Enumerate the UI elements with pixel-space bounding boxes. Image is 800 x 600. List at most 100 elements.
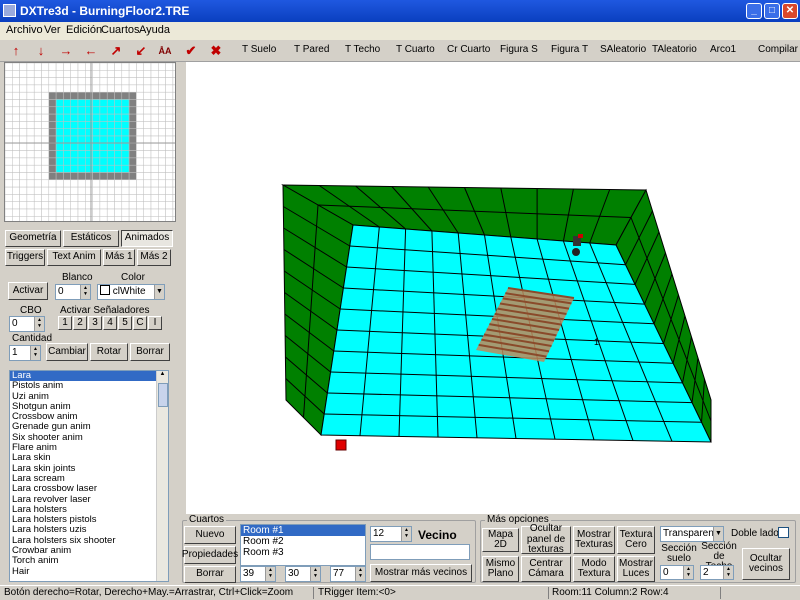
arrow-up-icon[interactable]: ↑ <box>8 43 24 59</box>
tool-arco1[interactable]: Arco1 <box>710 44 736 55</box>
room-grid-map[interactable] <box>4 62 176 222</box>
tool-t-pared[interactable]: T Pared <box>294 44 329 55</box>
tab-animados[interactable]: Animados <box>121 230 173 247</box>
tab-geometria[interactable]: Geometría <box>5 230 61 247</box>
modo-textura-button[interactable]: Modo Textura <box>573 556 615 582</box>
mostrar-luces-button[interactable]: Mostrar Luces <box>617 556 655 582</box>
tab-estaticos[interactable]: Estáticos <box>63 230 119 247</box>
senalador-c[interactable]: C <box>133 316 147 330</box>
spin-arrows-icon[interactable]: ▲ ▼ <box>723 566 733 579</box>
spin-arrows-icon[interactable]: ▲ ▼ <box>355 567 365 581</box>
tool-figura-s[interactable]: Figura S <box>500 44 538 55</box>
arrow-diag-up-right-icon[interactable]: ↗ <box>108 43 124 59</box>
subtab-triggers[interactable]: Triggers <box>5 249 45 266</box>
senalador-3[interactable]: 3 <box>88 316 102 330</box>
seccion-suelo-spinner[interactable]: 0 ▲ ▼ <box>660 565 694 580</box>
arrow-left-icon[interactable]: ← <box>83 43 99 59</box>
cbo-spinner[interactable]: 0 ▲ ▼ <box>9 316 45 332</box>
rotar-button[interactable]: Rotar <box>90 343 128 361</box>
list-item[interactable]: Torch anim <box>10 556 157 567</box>
menu-cuartos[interactable]: Cuartos <box>101 24 140 36</box>
list-item[interactable]: Hair <box>10 566 157 577</box>
centrar-camara-button[interactable]: Centrar Cámara <box>521 556 571 582</box>
senalador-5[interactable]: 5 <box>118 316 132 330</box>
spin-arrows-icon[interactable]: ▲ ▼ <box>265 567 275 581</box>
room-3d-scene[interactable]: 1 <box>186 62 800 514</box>
scroll-up-icon[interactable]: ▲ <box>157 371 168 377</box>
spin-arrows-icon[interactable]: ▲ ▼ <box>401 527 411 541</box>
arrow-diag-down-left-icon[interactable]: ↙ <box>133 43 149 59</box>
senalador-1[interactable]: 1 <box>58 316 72 330</box>
chevron-down-icon[interactable]: ▼ <box>154 285 164 299</box>
check-icon[interactable]: ✔ <box>183 43 199 59</box>
spin-arrows-icon[interactable]: ▲ ▼ <box>310 567 320 581</box>
close-button[interactable]: ✕ <box>782 3 798 19</box>
spin-arrows-icon[interactable]: ▲ ▼ <box>34 317 44 331</box>
viewport-3d[interactable]: 1 <box>186 62 800 514</box>
grid-cell <box>12 143 20 151</box>
tool-compilar[interactable]: Compilar <box>758 44 798 55</box>
menu-ver[interactable]: Ver <box>44 24 61 36</box>
y-spinner[interactable]: 30 ▲ ▼ <box>285 566 321 582</box>
ocultar-panel-button[interactable]: Ocultar panel de texturas <box>521 524 571 555</box>
spin-arrows-icon[interactable]: ▲ ▼ <box>80 285 90 299</box>
transparency-select[interactable]: Transparent ▼ <box>660 526 724 542</box>
tool-t-techo[interactable]: T Techo <box>345 44 380 55</box>
aa-icon[interactable]: ÅA <box>157 43 173 59</box>
scroll-thumb[interactable] <box>158 383 168 407</box>
menu-archivo[interactable]: Archivo <box>6 24 43 36</box>
vecino-spinner[interactable]: 12 ▲ ▼ <box>370 526 412 542</box>
room-list[interactable]: Room #1 Room #2 Room #3 <box>240 524 366 566</box>
spin-arrows-icon[interactable]: ▲ ▼ <box>683 566 693 579</box>
mapa2d-button[interactable]: Mapa 2D <box>482 528 519 552</box>
menu-edicion[interactable]: Edición <box>66 24 102 36</box>
blanco-spinner[interactable]: 0 ▲ ▼ <box>55 284 91 300</box>
ocultar-vecinos-button[interactable]: Ocultar vecinos <box>742 548 790 580</box>
senalador-i[interactable]: I <box>148 316 162 330</box>
activar-button[interactable]: Activar <box>8 282 48 300</box>
subtab-text-anim[interactable]: Text Anim <box>47 249 101 266</box>
object-list[interactable]: Lara Pistols anim Uzi anim Shotgun anim Cros… <box>9 370 169 582</box>
cantidad-spinner[interactable]: 1 ▲ ▼ <box>9 345 41 361</box>
subtab-mas-2[interactable]: Más 2 <box>137 249 171 266</box>
tool-figura-t[interactable]: Figura T <box>551 44 588 55</box>
tool-taleatorio[interactable]: TAleatorio <box>652 44 697 55</box>
grid-cell <box>55 91 64 100</box>
tool-t-suelo[interactable]: T Suelo <box>242 44 276 55</box>
menu-ayuda[interactable]: Ayuda <box>139 24 170 36</box>
grid-cell <box>33 179 42 188</box>
cross-icon[interactable]: ✖ <box>208 43 224 59</box>
x-spinner[interactable]: 39 ▲ ▼ <box>240 566 276 582</box>
grid-cell <box>19 194 28 202</box>
minimize-button[interactable]: _ <box>746 3 762 19</box>
mostrar-texturas-button[interactable]: Mostrar Texturas <box>573 526 615 554</box>
textura-cero-button[interactable]: Textura Cero <box>617 526 655 554</box>
chevron-down-icon[interactable]: ▼ <box>713 527 723 541</box>
z-spinner[interactable]: 77 ▲ ▼ <box>330 566 366 582</box>
mostrar-vecinos-button[interactable]: Mostrar más vecinos <box>370 564 472 582</box>
room-list-item-2[interactable]: Room #2 <box>241 536 365 547</box>
room-list-item-1[interactable]: Room #1 <box>241 525 365 536</box>
nuevo-button[interactable]: Nuevo <box>184 526 236 544</box>
tool-t-cuarto[interactable]: T Cuarto <box>396 44 435 55</box>
propiedades-button[interactable]: Propiedades <box>182 546 238 564</box>
doble-lado-checkbox[interactable] <box>778 527 789 538</box>
seccion-techo-spinner[interactable]: 2 ▲ ▼ <box>700 565 734 580</box>
list-scrollbar[interactable]: ▲ <box>156 371 168 581</box>
borrar-room-button[interactable]: Borrar <box>184 566 236 583</box>
cambiar-button[interactable]: Cambiar <box>46 343 88 361</box>
room-list-item-3[interactable]: Room #3 <box>241 547 365 558</box>
vecino-input[interactable] <box>370 544 470 560</box>
arrow-right-icon[interactable]: → <box>58 43 74 59</box>
maximize-button[interactable]: □ <box>764 3 780 19</box>
tool-saleatorio[interactable]: SAleatorio <box>600 44 646 55</box>
senalador-2[interactable]: 2 <box>73 316 87 330</box>
tool-cr-cuarto[interactable]: Cr Cuarto <box>447 44 490 55</box>
mismo-plano-button[interactable]: Mismo Plano <box>482 556 519 582</box>
subtab-mas-1[interactable]: Más 1 <box>103 249 135 266</box>
senalador-4[interactable]: 4 <box>103 316 117 330</box>
borrar-button[interactable]: Borrar <box>130 343 170 361</box>
arrow-down-icon[interactable]: ↓ <box>33 43 49 59</box>
color-select[interactable]: clWhite ▼ <box>97 284 165 300</box>
spin-arrows-icon[interactable]: ▲ ▼ <box>30 346 40 360</box>
